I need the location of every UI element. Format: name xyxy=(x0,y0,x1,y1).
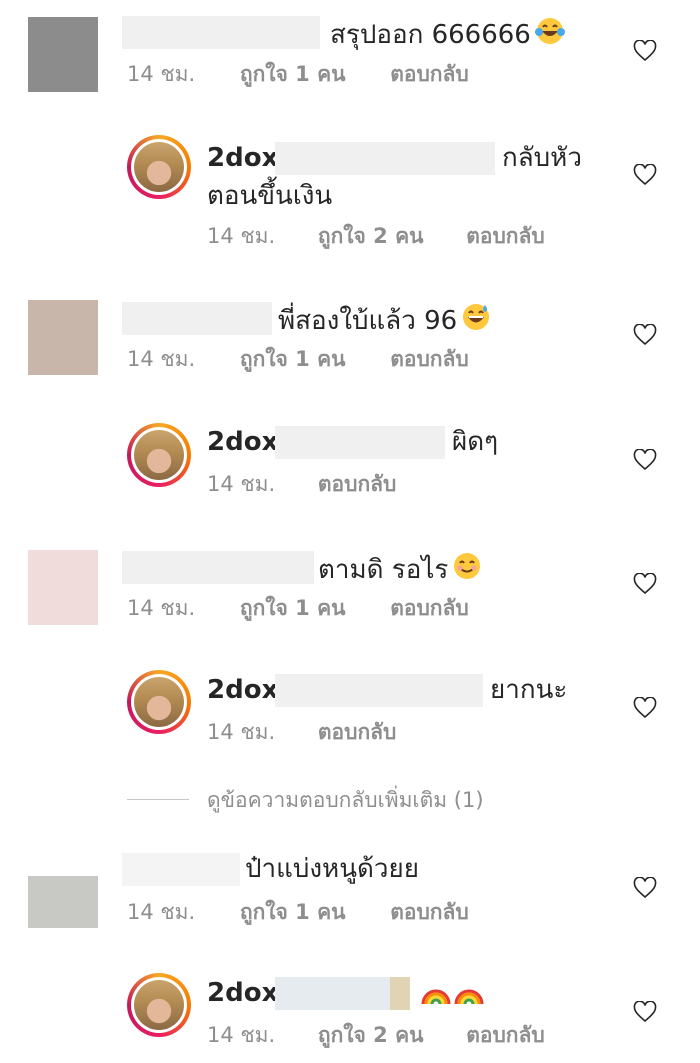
redacted-mention xyxy=(275,142,495,175)
likes-count[interactable]: ถูกใจ 1 คน xyxy=(240,62,346,86)
comment-text: พี่สองใบ้แล้ว 96 xyxy=(278,302,491,341)
comment-text: ตามดิ รอไร xyxy=(318,551,482,590)
avatar-blurred[interactable] xyxy=(28,550,98,625)
heart-icon[interactable] xyxy=(633,573,657,595)
reply-button[interactable]: ตอบกลับ xyxy=(390,62,469,86)
username[interactable]: 2dox xyxy=(207,426,278,459)
username[interactable]: 2dox xyxy=(207,674,278,707)
reply-button[interactable]: ตอบกลับ xyxy=(318,720,397,744)
view-more-replies-button[interactable]: ดูข้อความตอบกลับเพิ่มเติม (1) xyxy=(207,786,484,814)
likes-count[interactable]: ถูกใจ 2 คน xyxy=(318,1023,424,1047)
likes-count[interactable]: ถูกใจ 1 คน xyxy=(240,596,346,620)
avatar-2dox[interactable] xyxy=(127,973,191,1037)
redacted-username xyxy=(122,853,240,886)
comment-meta: 14 ชม. ถูกใจ 1 คน ตอบกลับ xyxy=(127,595,469,621)
heart-icon[interactable] xyxy=(633,449,657,471)
redacted-mention xyxy=(275,674,483,707)
reply-button[interactable]: ตอบกลับ xyxy=(318,472,397,496)
timestamp: 14 ชม. xyxy=(207,224,276,248)
redacted-username xyxy=(122,16,320,49)
avatar-blurred[interactable] xyxy=(28,300,98,375)
avatar-blurred[interactable] xyxy=(28,17,98,92)
reply-button[interactable]: ตอบกลับ xyxy=(390,347,469,371)
username[interactable]: 2dox xyxy=(207,142,278,175)
username[interactable]: 2dox xyxy=(207,977,278,1010)
comment-meta: 14 ชม. ถูกใจ 2 คน ตอบกลับ xyxy=(207,223,545,249)
comment-text: ป๋าแบ่งหนูด้วยย xyxy=(245,854,419,884)
comment-text-line2: ตอนขึ้นเงิน xyxy=(207,181,333,211)
comment-meta: 14 ชม. ถูกใจ 2 คน ตอบกลับ xyxy=(207,1022,545,1048)
comment-text: ยากนะ xyxy=(490,675,568,705)
heart-icon[interactable] xyxy=(633,1001,657,1023)
timestamp: 14 ชม. xyxy=(127,900,196,924)
timestamp: 14 ชม. xyxy=(127,596,196,620)
comment-meta: 14 ชม. ถูกใจ 1 คน ตอบกลับ xyxy=(127,61,469,87)
comment-meta: 14 ชม. ตอบกลับ xyxy=(207,471,396,497)
timestamp: 14 ชม. xyxy=(207,472,276,496)
rainbow-icon xyxy=(420,977,486,1016)
redacted-mention xyxy=(275,977,390,1010)
comment-text: สรุปออก 666666 xyxy=(330,16,565,55)
grinning-sweat-icon xyxy=(461,302,491,341)
redacted-mention xyxy=(275,426,445,459)
likes-count[interactable]: ถูกใจ 1 คน xyxy=(240,347,346,371)
view-more-divider xyxy=(127,799,189,800)
comment-meta: 14 ชม. ถูกใจ 1 คน ตอบกลับ xyxy=(127,346,469,372)
avatar-2dox[interactable] xyxy=(127,670,191,734)
redacted-mention-end xyxy=(390,977,410,1010)
avatar-blurred[interactable] xyxy=(28,876,98,928)
reply-button[interactable]: ตอบกลับ xyxy=(390,596,469,620)
reply-button[interactable]: ตอบกลับ xyxy=(390,900,469,924)
reply-button[interactable]: ตอบกลับ xyxy=(466,224,545,248)
heart-icon[interactable] xyxy=(633,877,657,899)
comment-text: ผิดๆ xyxy=(452,427,499,457)
likes-count[interactable]: ถูกใจ 2 คน xyxy=(318,224,424,248)
smiling-eyes-icon xyxy=(452,551,482,590)
heart-icon[interactable] xyxy=(633,697,657,719)
comment-meta: 14 ชม. ถูกใจ 1 คน ตอบกลับ xyxy=(127,899,469,925)
comment-text xyxy=(416,977,486,1016)
timestamp: 14 ชม. xyxy=(127,62,196,86)
likes-count[interactable]: ถูกใจ 1 คน xyxy=(240,900,346,924)
avatar-2dox[interactable] xyxy=(127,423,191,487)
avatar-2dox[interactable] xyxy=(127,135,191,199)
heart-icon[interactable] xyxy=(633,324,657,346)
comment-meta: 14 ชม. ตอบกลับ xyxy=(207,719,396,745)
heart-icon[interactable] xyxy=(633,40,657,62)
reply-button[interactable]: ตอบกลับ xyxy=(466,1023,545,1047)
redacted-username xyxy=(122,302,272,335)
tears-of-joy-icon xyxy=(534,16,565,55)
comment-text: กลับหัว xyxy=(502,143,582,173)
timestamp: 14 ชม. xyxy=(127,347,196,371)
heart-icon[interactable] xyxy=(633,164,657,186)
redacted-username xyxy=(122,551,314,584)
timestamp: 14 ชม. xyxy=(207,1023,276,1047)
timestamp: 14 ชม. xyxy=(207,720,276,744)
